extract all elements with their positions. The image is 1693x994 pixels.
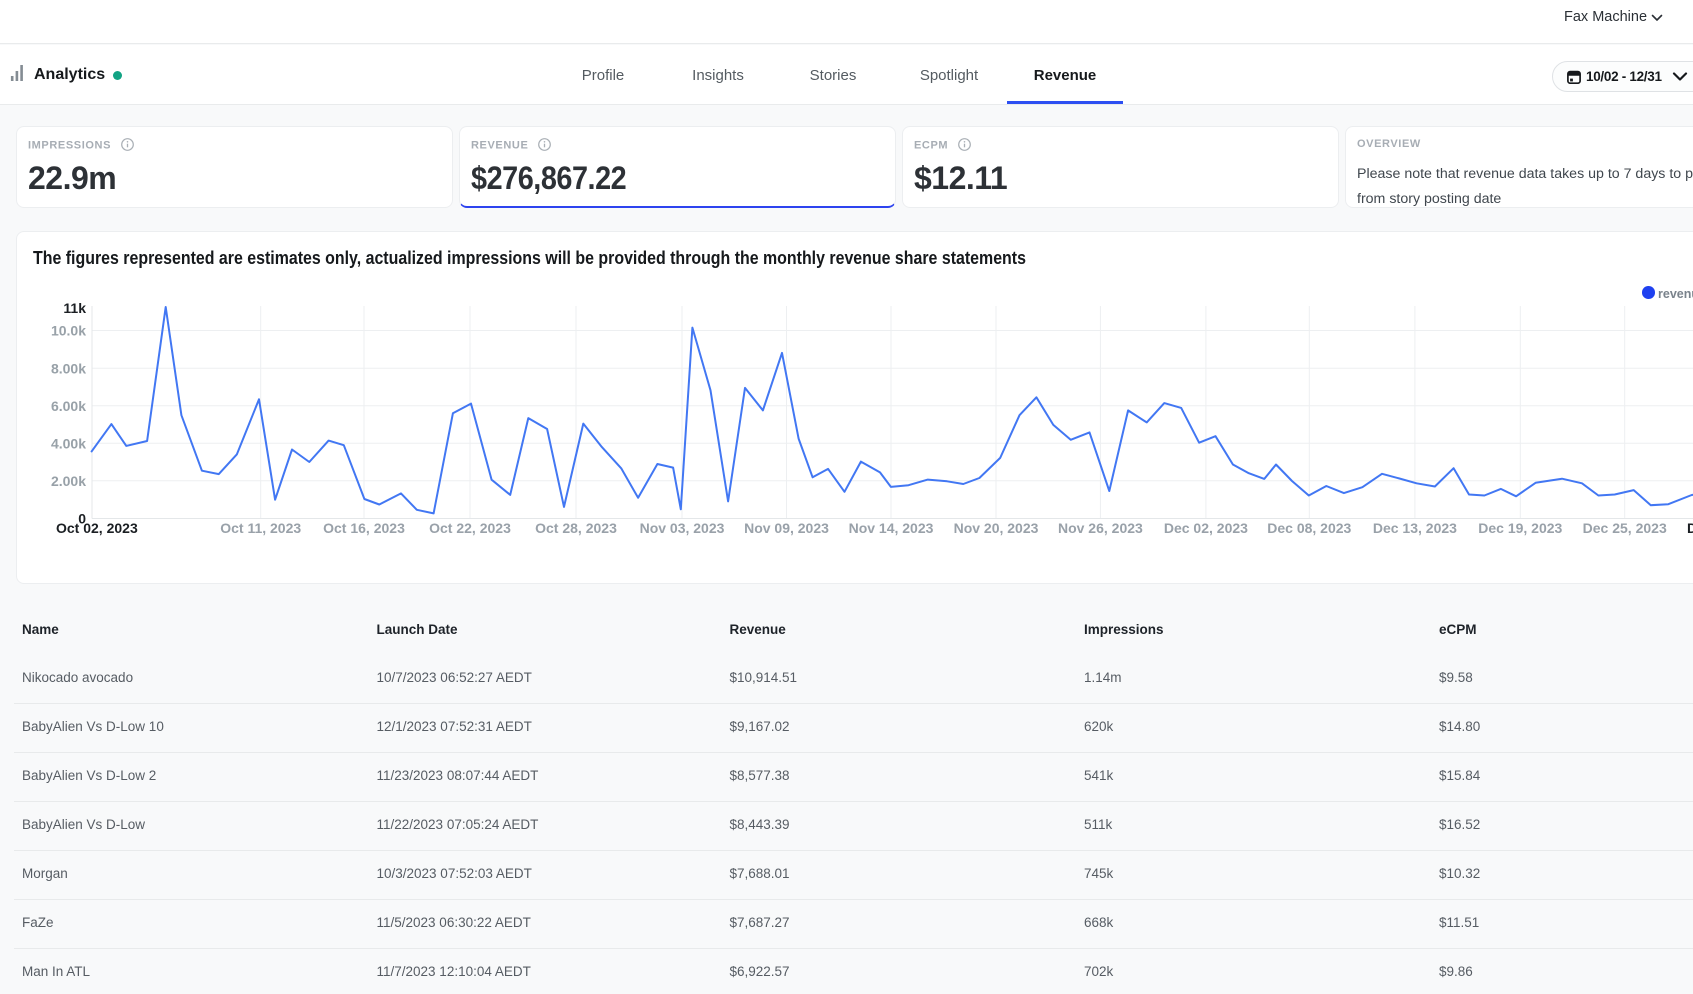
svg-text:Oct 02, 2023: Oct 02, 2023 [56, 520, 138, 536]
svg-text:10.0k: 10.0k [51, 323, 86, 339]
svg-text:Oct 16, 2023: Oct 16, 2023 [323, 520, 405, 536]
svg-text:4.00k: 4.00k [51, 435, 86, 451]
svg-text:Nov 14, 2023: Nov 14, 2023 [849, 520, 934, 536]
svg-text:Nov 09, 2023: Nov 09, 2023 [744, 520, 829, 536]
svg-text:Oct 11, 2023: Oct 11, 2023 [220, 520, 301, 536]
svg-text:Dec 25, 2023: Dec 25, 2023 [1583, 520, 1667, 536]
svg-text:Dec 08, 2023: Dec 08, 2023 [1267, 520, 1351, 536]
svg-text:Dec 02, 2023: Dec 02, 2023 [1164, 520, 1248, 536]
svg-text:6.00k: 6.00k [51, 398, 86, 414]
svg-text:Dec 31, 2023: Dec 31, 2023 [1687, 520, 1693, 536]
svg-text:Nov 20, 2023: Nov 20, 2023 [954, 520, 1039, 536]
svg-text:Oct 28, 2023: Oct 28, 2023 [535, 520, 617, 536]
svg-text:Nov 03, 2023: Nov 03, 2023 [640, 520, 725, 536]
svg-text:8.00k: 8.00k [51, 360, 86, 376]
svg-text:2.00k: 2.00k [51, 473, 86, 489]
svg-text:11k: 11k [63, 300, 86, 316]
svg-text:Nov 26, 2023: Nov 26, 2023 [1058, 520, 1143, 536]
svg-text:Dec 13, 2023: Dec 13, 2023 [1373, 520, 1457, 536]
svg-text:Oct 22, 2023: Oct 22, 2023 [429, 520, 511, 536]
svg-text:Dec 19, 2023: Dec 19, 2023 [1478, 520, 1562, 536]
